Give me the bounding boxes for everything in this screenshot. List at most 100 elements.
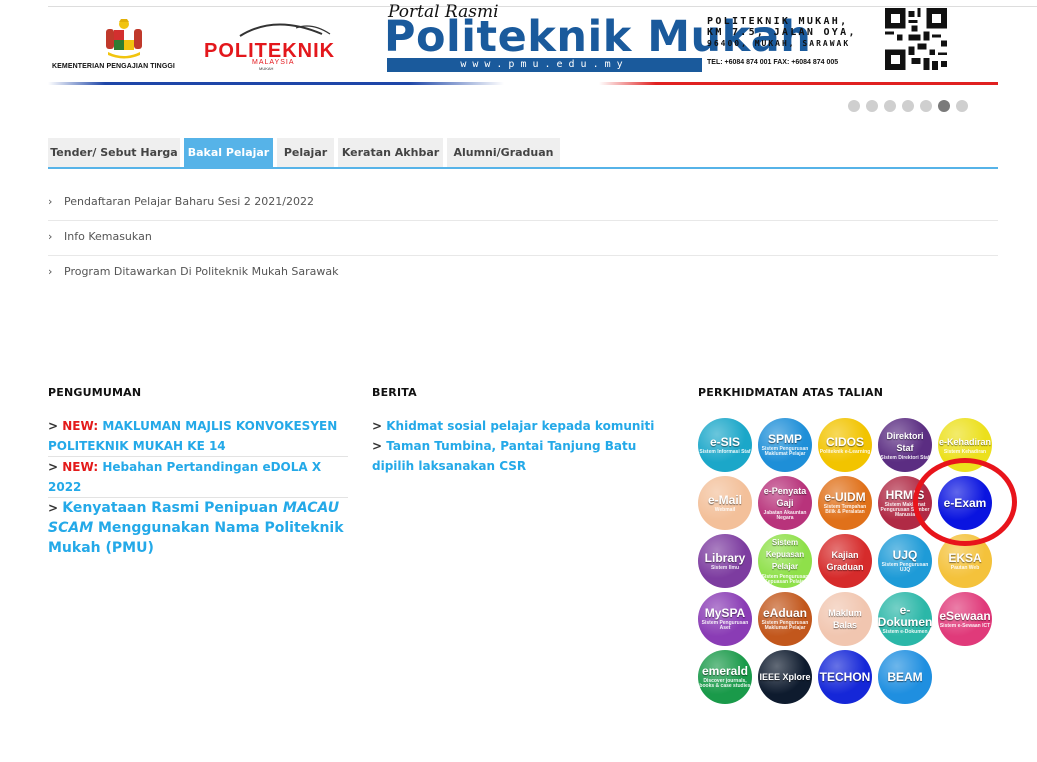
service-emerald-button[interactable]: emerald Discover journals, books & case s… — [698, 650, 752, 704]
service-ujq-button[interactable]: UJQ Sistem Pengurusan UJQ — [878, 534, 932, 588]
news-link[interactable]: Taman Tumbina, Pantai Tanjung Batu dipil… — [372, 439, 636, 473]
tab-keratan-akhbar[interactable]: Keratan Akhbar — [338, 138, 443, 167]
service-name: e-Kehadiran — [938, 436, 991, 447]
slider-dot[interactable] — [938, 100, 950, 112]
service-subtitle: Sistem Pengurusan Kepuasan Pelajar — [761, 574, 809, 585]
service-subtitle: Sistem Direktori Staf — [880, 454, 930, 461]
service-name: IEEE Xplore — [759, 672, 811, 682]
tab-tender[interactable]: Tender/ Sebut Harga — [48, 138, 180, 167]
service-e-mail-button[interactable]: e-Mail Webmail — [698, 476, 752, 530]
service-name: e-Dokumen — [877, 602, 933, 629]
service-kajian-graduan-button[interactable]: Kajian Graduan — [818, 534, 872, 588]
ministry-name: KEMENTERIAN PENGAJIAN TINGGI — [52, 63, 175, 70]
service-subtitle: Sistem Pengurusan Aset — [701, 620, 749, 631]
service-subtitle: Discover journals, books & case studies — [699, 678, 751, 689]
service-name: eAduan — [762, 606, 807, 620]
chevron-right-icon: › — [48, 230, 53, 243]
tab-bar: Tender/ Sebut Harga Bakal Pelajar Pelaja… — [48, 138, 998, 169]
portal-url[interactable]: www.pmu.edu.my — [387, 58, 702, 72]
address-block: POLITEKNIK MUKAH, KM 7.5, JALAN OYA, 964… — [707, 16, 857, 49]
announcement-link[interactable]: Kenyataan Rasmi Penipuan MACAU SCAM Meng… — [48, 500, 344, 556]
service-esewaan-button[interactable]: eSewaan Sistem e-Sewaan ICT — [938, 592, 992, 646]
service-name: Sistem Kepuasan Pelajar — [765, 538, 805, 571]
new-badge: NEW: — [62, 460, 99, 474]
slider-dot[interactable] — [956, 100, 968, 112]
list-item-label: Info Kemasukan — [64, 230, 152, 243]
contact-numbers: TEL: +6084 874 001 FAX: +6084 874 005 — [707, 59, 839, 66]
address-line-2: KM 7.5, JALAN OYA, — [707, 27, 857, 38]
top-divider — [48, 6, 1037, 7]
slider-dot[interactable] — [848, 100, 860, 112]
service-myspa-button[interactable]: MySPA Sistem Pengurusan Aset — [698, 592, 752, 646]
address-line-1: POLITEKNIK MUKAH, — [707, 16, 849, 27]
slider-dot[interactable] — [920, 100, 932, 112]
svg-text:MALAYSIA: MALAYSIA — [252, 59, 295, 66]
service-name: emerald — [701, 664, 749, 678]
service-subtitle: Sistem Tempahan Bilik & Peralatan — [823, 504, 867, 515]
service-e-penyata-gaji-button[interactable]: e-Penyata Gaji Jabatan Akauntan Negara — [758, 476, 812, 530]
news-item[interactable]: > Khidmat sosial pelajar kepada komuniti — [372, 416, 662, 436]
service-eaduan-button[interactable]: eAduan Sistem Pengurusan Maklumat Pelajar — [758, 592, 812, 646]
berita-heading: BERITA — [372, 386, 417, 399]
list-item-label: Pendaftaran Pelajar Baharu Sesi 2 2021/2… — [64, 195, 315, 208]
service-e-uidm-button[interactable]: e-UIDM Sistem Tempahan Bilik & Peralatan — [818, 476, 872, 530]
service-name: e-Mail — [707, 492, 742, 507]
service-name: Direktori Staf — [886, 430, 924, 453]
slider-dot[interactable] — [884, 100, 896, 112]
list-item[interactable]: › Info Kemasukan — [48, 221, 998, 256]
service-name: Kajian Graduan — [826, 550, 864, 572]
service-name: e-Penyata Gaji — [763, 486, 807, 508]
service-name: SPMP — [767, 432, 802, 446]
service-name: Maklum Balas — [828, 608, 862, 630]
service-name: Library — [704, 550, 746, 565]
service-subtitle: Sistem e-Sewaan ICT — [939, 622, 991, 629]
news-item[interactable]: > Taman Tumbina, Pantai Tanjung Batu dip… — [372, 436, 662, 476]
service-techon-button[interactable]: TECHON — [818, 650, 872, 704]
service-name: e-UIDM — [824, 490, 866, 504]
announcement-item[interactable]: > NEW: Hebahan Pertandingan eDOLA X 2022 — [48, 457, 348, 498]
service-name: eSewaan — [939, 608, 991, 623]
service-spmp-button[interactable]: SPMP Sistem Pengurusan Maklumat Pelajar — [758, 418, 812, 472]
service-sistem-kepuasan-pelajar-button[interactable]: Sistem Kepuasan Pelajar Sistem Pengurusan… — [758, 534, 812, 588]
malaysia-coat-of-arms-icon — [106, 19, 142, 59]
slider-pagination — [848, 100, 968, 112]
slider-dot[interactable] — [866, 100, 878, 112]
service-name: UJQ — [892, 548, 918, 562]
pengumuman-heading: PENGUMUMAN — [48, 386, 142, 399]
service-subtitle: Sistem Pengurusan Maklumat Pelajar — [761, 446, 809, 457]
service-subtitle: Sistem Informasi Staf — [699, 448, 751, 455]
list-item-label: Program Ditawarkan Di Politeknik Mukah S… — [64, 265, 339, 278]
announcement-item[interactable]: > Kenyataan Rasmi Penipuan MACAU SCAM Me… — [48, 498, 348, 558]
service-e-dokumen-button[interactable]: e-Dokumen Sistem e-Dokumen — [878, 592, 932, 646]
address-line-3: 96400, MUKAH, SARAWAK — [707, 39, 851, 48]
service-library-button[interactable]: Library Sistem Ilmu — [698, 534, 752, 588]
highlight-circle — [913, 458, 1017, 546]
news-link[interactable]: Khidmat sosial pelajar kepada komuniti — [386, 419, 654, 433]
service-maklum-balas-button[interactable]: Maklum Balas — [818, 592, 872, 646]
service-subtitle: Webmail — [714, 506, 736, 513]
list-item[interactable]: › Pendaftaran Pelajar Baharu Sesi 2 2021/… — [48, 186, 998, 221]
service-subtitle: Sistem Pengurusan UJQ — [881, 562, 929, 573]
berita-list: > Khidmat sosial pelajar kepada komuniti… — [372, 416, 662, 476]
tab-alumni-graduan[interactable]: Alumni/Graduan — [447, 138, 560, 167]
tab-bakal-pelajar[interactable]: Bakal Pelajar — [184, 138, 273, 167]
service-e-sis-button[interactable]: e-SIS Sistem Informasi Staf — [698, 418, 752, 472]
service-name: TECHON — [819, 670, 871, 684]
service-subtitle: Sistem e-Dokumen — [882, 628, 928, 635]
service-subtitle: Jabatan Akauntan Negara — [763, 510, 807, 521]
service-direktori-staf-button[interactable]: Direktori Staf Sistem Direktori Staf — [878, 418, 932, 472]
service-beam-button[interactable]: BEAM — [878, 650, 932, 704]
slider-dot[interactable] — [902, 100, 914, 112]
perkhidmatan-heading: PERKHIDMATAN ATAS TALIAN — [698, 386, 884, 399]
svg-text:MUKAH: MUKAH — [259, 66, 274, 71]
tab-pelajar[interactable]: Pelajar — [277, 138, 334, 167]
announcement-item[interactable]: > NEW: MAKLUMAN MAJLIS KONVOKESYEN POLIT… — [48, 416, 348, 457]
service-name: CIDOS — [825, 434, 864, 449]
service-ieee-xplore-button[interactable]: IEEE Xplore — [758, 650, 812, 704]
list-item[interactable]: › Program Ditawarkan Di Politeknik Mukah … — [48, 256, 998, 290]
service-name: MySPA — [704, 606, 746, 620]
service-name: e-SIS — [709, 434, 740, 449]
service-cidos-button[interactable]: CIDOS Politeknik e-Learning — [818, 418, 872, 472]
service-subtitle: Sistem Pengurusan Maklumat Pelajar — [761, 620, 809, 631]
qr-code-icon — [885, 8, 947, 70]
